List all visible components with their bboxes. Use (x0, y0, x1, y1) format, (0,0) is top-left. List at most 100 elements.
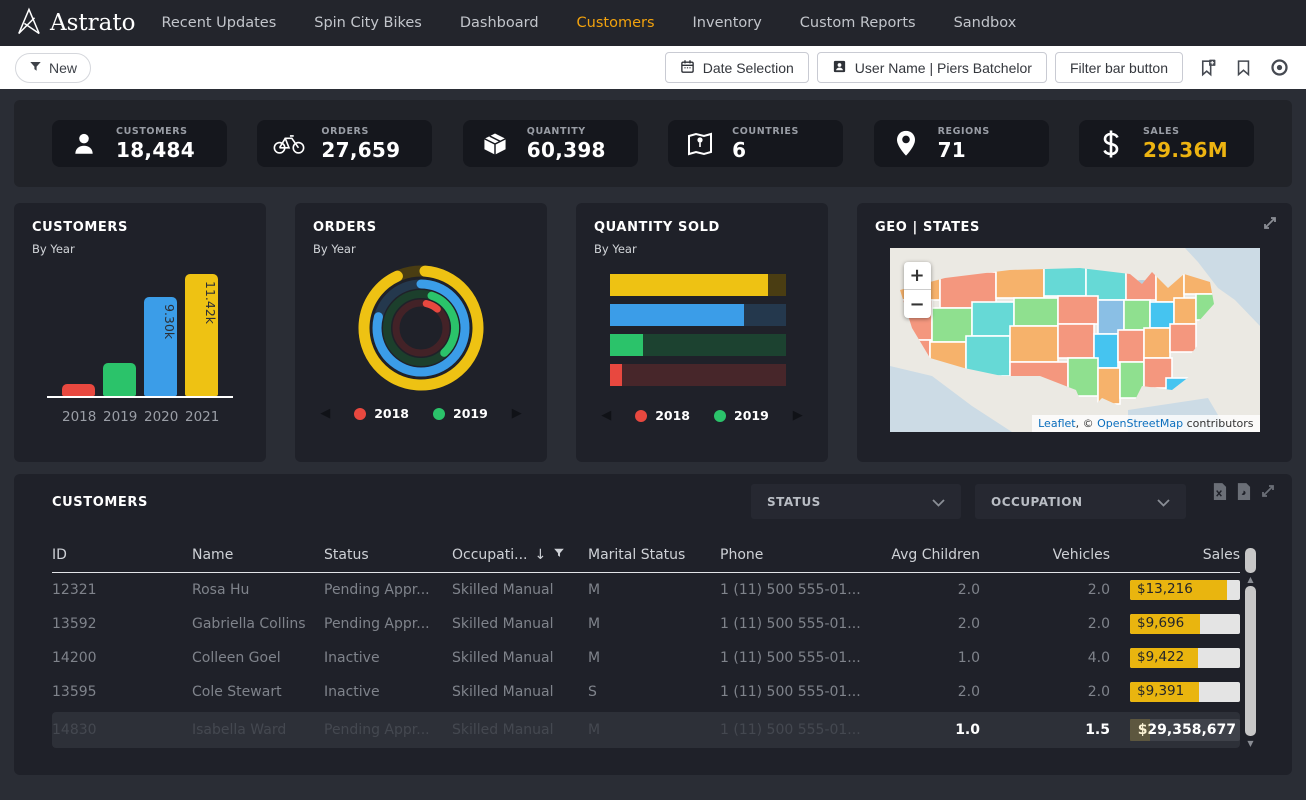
cell-occupation: Skilled Manual (452, 616, 588, 632)
zoom-in-button[interactable]: + (904, 262, 931, 290)
eye-icon[interactable] (1267, 56, 1291, 80)
table-row[interactable]: 13592Gabriella CollinsPending Appr...Ski… (52, 607, 1240, 641)
dollar-icon (1094, 129, 1128, 159)
column-header-status[interactable]: Status (324, 547, 452, 563)
cell-sales: $9,422 (1130, 648, 1240, 668)
sales-bar: $9,696 (1130, 614, 1240, 634)
cell-vehicles: 2.0 (1088, 582, 1110, 598)
status-filter-select[interactable]: STATUS (751, 484, 961, 519)
cell-id: 13595 (52, 684, 192, 700)
legend-item-2018[interactable]: 2018 (354, 406, 409, 421)
column-header-name[interactable]: Name (192, 547, 324, 563)
column-header-occupati[interactable]: Occupati...↓ (452, 547, 588, 563)
nav-item-dashboard[interactable]: Dashboard (460, 15, 539, 31)
funnel-icon (29, 60, 42, 76)
legend-item-2019[interactable]: 2019 (714, 408, 769, 423)
legend-prev-icon[interactable]: ◀ (320, 406, 330, 421)
legend-dot (714, 410, 726, 422)
table-row[interactable]: 13595Cole StewartInactiveSkilled ManualS… (52, 675, 1240, 709)
quantity-bar-chart[interactable] (610, 274, 786, 386)
x-axis (47, 396, 233, 398)
export-excel-icon[interactable] (1212, 483, 1227, 504)
kpi-card-orders: ORDERS27,659 (257, 120, 432, 167)
cell-name: Cole Stewart (192, 684, 324, 700)
expand-icon[interactable] (1262, 215, 1278, 235)
legend-next-icon[interactable]: ▶ (512, 406, 522, 421)
scrollbar-cap[interactable] (1245, 548, 1256, 573)
person-icon (67, 131, 101, 157)
leaflet-map[interactable]: + − Leaflet, © OpenStreetMap contributor… (890, 248, 1260, 432)
column-header-marital-status[interactable]: Marital Status (588, 547, 720, 563)
bar-2021[interactable]: 11.42k (185, 274, 218, 396)
legend-prev-icon[interactable]: ◀ (601, 408, 611, 423)
kpi-strip: CUSTOMERS18,484ORDERS27,659QUANTITY60,39… (14, 100, 1292, 187)
cell-marital-status: M (588, 650, 720, 666)
legend-dot (433, 408, 445, 420)
map-attribution: Leaflet, © OpenStreetMap contributors (1032, 415, 1259, 432)
kpi-value: 18,484 (116, 138, 195, 162)
nav-item-inventory[interactable]: Inventory (693, 15, 762, 31)
quantity-bar-2019[interactable] (610, 334, 786, 356)
nav-item-recent-updates[interactable]: Recent Updates (161, 15, 276, 31)
column-header-vehicles[interactable]: Vehicles (1053, 547, 1110, 563)
chart-subtitle: By Year (313, 242, 529, 256)
cell-avg-children: 2.0 (958, 582, 980, 598)
export-csv-icon[interactable] (1236, 483, 1251, 504)
nav-item-sandbox[interactable]: Sandbox (954, 15, 1017, 31)
zoom-out-button[interactable]: − (904, 290, 931, 318)
table-title: CUSTOMERS (52, 495, 148, 510)
expand-icon[interactable] (1260, 483, 1276, 504)
new-filter-button[interactable]: New (15, 53, 91, 83)
totals-sales: $29,358,677 (1130, 719, 1240, 741)
nav-item-custom-reports[interactable]: Custom Reports (800, 15, 916, 31)
scroll-down-arrow[interactable]: ▼ (1245, 739, 1256, 748)
osm-link[interactable]: OpenStreetMap (1097, 417, 1183, 430)
leaflet-link[interactable]: Leaflet (1038, 417, 1075, 430)
customers-bar-chart[interactable]: 9.30k11.42k (32, 268, 248, 396)
column-header-sales[interactable]: Sales (1203, 547, 1240, 563)
bookmark-add-icon[interactable] (1195, 56, 1219, 80)
legend-item-2018[interactable]: 2018 (635, 408, 690, 423)
table-row[interactable]: 14200Colleen GoelInactiveSkilled ManualM… (52, 641, 1240, 675)
chevron-down-icon (932, 492, 945, 511)
x-axis-labels: 2018201920202021 (32, 409, 248, 425)
filter-icon[interactable] (553, 547, 565, 563)
scroll-up-arrow[interactable]: ▲ (1245, 575, 1256, 584)
cell-sales: $9,696 (1130, 614, 1240, 634)
nav-item-spin-city-bikes[interactable]: Spin City Bikes (314, 15, 422, 31)
table-row[interactable]: 12321Rosa HuPending Appr...Skilled Manua… (52, 573, 1240, 607)
table-body: 12321Rosa HuPending Appr...Skilled Manua… (52, 573, 1240, 709)
legend-next-icon[interactable]: ▶ (793, 408, 803, 423)
bar-2020[interactable]: 9.30k (144, 297, 177, 396)
quantity-bar-2018[interactable] (610, 364, 786, 386)
quantity-bar-2020[interactable] (610, 304, 786, 326)
nav-item-customers[interactable]: Customers (577, 15, 655, 31)
sort-desc-icon[interactable]: ↓ (534, 547, 546, 563)
date-selection-button[interactable]: Date Selection (665, 52, 809, 83)
cell-marital-status: M (588, 582, 720, 598)
legend-item-2019[interactable]: 2019 (433, 406, 488, 421)
orders-donut-chart[interactable] (355, 262, 487, 394)
bar-2019[interactable] (103, 363, 136, 396)
bookmark-icon[interactable] (1231, 56, 1255, 80)
quantity-bar-2021[interactable] (610, 274, 786, 296)
user-name-button[interactable]: User Name | Piers Batchelor (817, 52, 1047, 83)
cell-sales: $9,391 (1130, 682, 1240, 702)
column-header-phone[interactable]: Phone (720, 547, 870, 563)
filter-bar-button[interactable]: Filter bar button (1055, 52, 1183, 83)
bar-value-label: 9.30k (144, 304, 177, 339)
sales-bar: $9,391 (1130, 682, 1240, 702)
orders-legend: ◀ 2018 2019 ▶ (313, 406, 529, 421)
partially-visible-row: 14830Isabella WardPending Appr...Skilled… (52, 712, 1240, 748)
ghost-cell: 1 (11) 500 555-01... (720, 722, 870, 738)
occupation-filter-select[interactable]: OCCUPATION (975, 484, 1186, 519)
bar-2018[interactable] (62, 384, 95, 396)
kpi-label: QUANTITY (527, 126, 606, 137)
column-header-id[interactable]: ID (52, 547, 192, 563)
cell-phone: 1 (11) 500 555-01... (720, 650, 870, 666)
cell-status: Pending Appr... (324, 616, 452, 632)
column-header-avg-children[interactable]: Avg Children (891, 547, 980, 563)
brand-logo[interactable]: Astrato (16, 7, 135, 40)
map-icon (683, 131, 717, 157)
scrollbar-thumb[interactable] (1245, 586, 1256, 736)
